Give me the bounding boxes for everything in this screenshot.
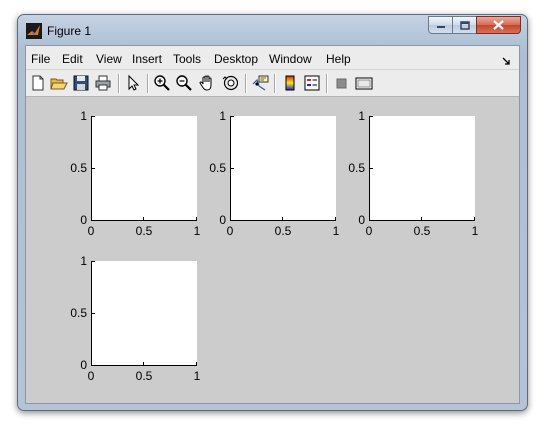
dock-figure-icon[interactable] [502, 53, 511, 71]
hide-plot-tools-icon[interactable] [332, 74, 350, 92]
save-icon[interactable] [72, 74, 90, 92]
y-tick-label: 1 [80, 109, 87, 123]
plot-area[interactable] [369, 116, 475, 221]
toolbar-separator [118, 74, 119, 93]
subplot-axes-3[interactable]: 1 0.5 0 0 0.5 1 [348, 109, 478, 238]
x-tick-mark [474, 217, 475, 221]
menu-edit[interactable]: Edit [62, 52, 83, 66]
y-tick-label: 1 [80, 254, 87, 268]
toolbar-separator [274, 74, 275, 93]
plot-area[interactable] [230, 116, 336, 221]
x-tick-mark [421, 217, 422, 221]
x-tick-label: 1 [471, 224, 479, 238]
y-tick-label: 0.5 [348, 161, 365, 175]
y-tick-mark [230, 168, 234, 169]
y-tick-mark [91, 116, 95, 117]
plot-area[interactable] [91, 261, 197, 366]
y-tick-mark [369, 116, 373, 117]
title-bar[interactable]: Figure 1 [18, 15, 527, 45]
open-file-icon[interactable] [50, 74, 68, 92]
figure-toolbar [26, 70, 519, 97]
toolbar-separator [326, 74, 327, 93]
subplot-axes-2[interactable]: 1 0.5 0 0 0.5 1 [209, 109, 339, 238]
pan-icon[interactable] [198, 74, 216, 92]
x-tick-mark [282, 217, 283, 221]
x-tick-label: 0 [87, 224, 95, 238]
y-tick-mark [91, 313, 95, 314]
y-tick-label: 1 [219, 109, 226, 123]
y-tick-label: 0.5 [209, 161, 226, 175]
x-tick-mark [196, 362, 197, 366]
y-tick-mark [230, 116, 234, 117]
edit-plot-icon[interactable] [124, 74, 142, 92]
rotate-3d-icon[interactable] [222, 74, 240, 92]
zoom-out-icon[interactable] [175, 74, 193, 92]
subplot-axes-4[interactable]: 1 0.5 0 0 0.5 1 [70, 254, 200, 383]
plot-area[interactable] [91, 116, 197, 221]
toolbar-separator [147, 74, 148, 93]
y-tick-mark [91, 168, 95, 169]
menu-bar: File Edit View Insert Tools Desktop Wind… [26, 46, 519, 70]
y-tick-mark [369, 168, 373, 169]
figure-client-area: File Edit View Insert Tools Desktop Wind… [25, 45, 520, 404]
window-controls [428, 16, 521, 35]
x-tick-label: 0 [365, 224, 373, 238]
minimize-button[interactable] [428, 16, 453, 34]
subplot-axes-1[interactable]: 1 0.5 0 0 0.5 1 [70, 109, 200, 238]
show-plot-tools-icon[interactable] [355, 74, 373, 92]
toolbar-separator [245, 74, 246, 93]
x-tick-label: 0.5 [413, 224, 431, 238]
figure-window: Figure 1 File Edit View Insert Tools Des… [17, 14, 528, 411]
x-tick-mark [143, 362, 144, 366]
menu-view[interactable]: View [96, 52, 122, 66]
new-figure-icon[interactable] [29, 74, 47, 92]
figure-canvas[interactable]: 1 0.5 0 0 0.5 1 1 0.5 0 0 0.5 1 1 0.5 0 … [26, 97, 519, 403]
y-tick-label: 0.5 [70, 161, 87, 175]
print-icon[interactable] [94, 74, 112, 92]
zoom-in-icon[interactable] [153, 74, 171, 92]
menu-desktop[interactable]: Desktop [214, 52, 258, 66]
menu-tools[interactable]: Tools [173, 52, 201, 66]
x-tick-label: 1 [193, 369, 201, 383]
menu-file[interactable]: File [31, 52, 50, 66]
data-cursor-icon[interactable] [251, 74, 269, 92]
matlab-logo-icon [26, 23, 42, 39]
insert-legend-icon[interactable] [303, 74, 321, 92]
x-tick-label: 0.5 [135, 224, 153, 238]
x-tick-label: 0.5 [274, 224, 292, 238]
menu-insert[interactable]: Insert [132, 52, 162, 66]
y-tick-label: 0.5 [70, 306, 87, 320]
y-tick-label: 1 [358, 109, 365, 123]
menu-help[interactable]: Help [326, 52, 351, 66]
x-tick-mark [143, 217, 144, 221]
y-tick-mark [91, 261, 95, 262]
x-tick-label: 0 [226, 224, 234, 238]
insert-colorbar-icon[interactable] [281, 74, 299, 92]
x-tick-label: 0 [87, 369, 95, 383]
window-title: Figure 1 [47, 24, 92, 38]
close-button[interactable] [476, 16, 521, 34]
x-tick-label: 0.5 [135, 369, 153, 383]
maximize-button[interactable] [452, 16, 477, 34]
menu-window[interactable]: Window [269, 52, 312, 66]
